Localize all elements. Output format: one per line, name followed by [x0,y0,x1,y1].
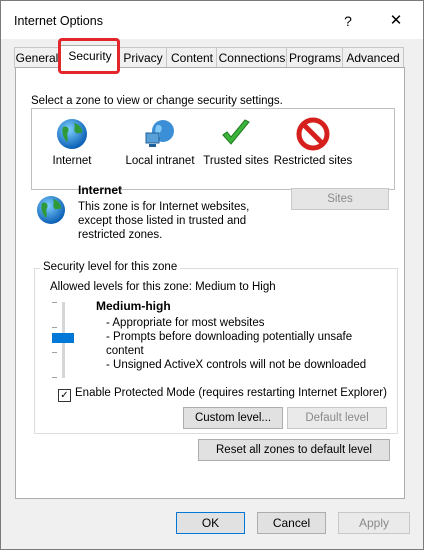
security-tab-highlight [58,38,120,74]
selected-zone-description: This zone is for Internet websites, exce… [78,201,250,241]
tab-general[interactable]: General [14,47,60,68]
security-level-name: Medium-high [96,299,171,313]
default-level-button[interactable]: Default level [287,407,387,429]
level-line: - Prompts before downloading potentially… [106,331,353,357]
cancel-button[interactable]: Cancel [257,512,326,534]
apply-button[interactable]: Apply [338,512,410,534]
no-entry-icon [296,117,330,151]
zone-internet[interactable]: Internet [32,109,112,168]
network-globe-icon [143,117,177,151]
custom-level-button[interactable]: Custom level... [183,407,283,429]
ok-button[interactable]: OK [176,512,245,534]
checkmark-icon [219,117,253,151]
zone-prompt: Select a zone to view or change security… [31,95,283,107]
security-level-legend: Security level for this zone [40,261,181,273]
protected-mode-label: Enable Protected Mode (requires restarti… [75,387,387,399]
tab-content[interactable]: Content [166,47,218,68]
globe-icon [34,193,68,227]
internet-options-dialog: Internet Options ? ✕ General Security Pr… [0,0,424,550]
protected-mode-row[interactable]: ✓ Enable Protected Mode (requires restart… [58,387,387,402]
security-level-slider[interactable] [52,333,74,343]
level-line: - Appropriate for most websites [106,317,265,329]
tab-advanced[interactable]: Advanced [342,47,404,68]
zone-label: Trusted sites [203,155,269,167]
title-bar: Internet Options ? ✕ [1,1,423,39]
tab-privacy[interactable]: Privacy [118,47,168,68]
tab-connections[interactable]: Connections [216,47,288,68]
selected-zone-title: Internet [78,183,123,197]
zone-label: Internet [52,155,92,167]
allowed-levels-text: Allowed levels for this zone: Medium to … [50,281,276,293]
protected-mode-checkbox[interactable]: ✓ [58,389,71,402]
help-button[interactable]: ? [337,10,359,32]
zone-trusted-sites[interactable]: Trusted sites [196,109,276,168]
zone-list: Internet Local intranet Trusted sites Re… [31,108,395,190]
zone-local-intranet[interactable]: Local intranet [120,109,200,168]
zone-restricted-sites[interactable]: Restricted sites [273,109,353,168]
security-level-description: - Appropriate for most websites - Prompt… [106,316,386,372]
tab-programs[interactable]: Programs [286,47,344,68]
zone-label: Local intranet [125,155,195,167]
level-line: - Unsigned ActiveX controls will not be … [106,359,367,371]
zone-label: Restricted sites [273,155,353,167]
reset-all-zones-button[interactable]: Reset all zones to default level [198,439,390,461]
sites-button[interactable]: Sites [291,188,389,210]
close-button[interactable]: ✕ [385,10,407,32]
security-panel: Select a zone to view or change security… [15,67,405,499]
globe-icon [55,117,89,151]
window-title: Internet Options [14,14,103,28]
